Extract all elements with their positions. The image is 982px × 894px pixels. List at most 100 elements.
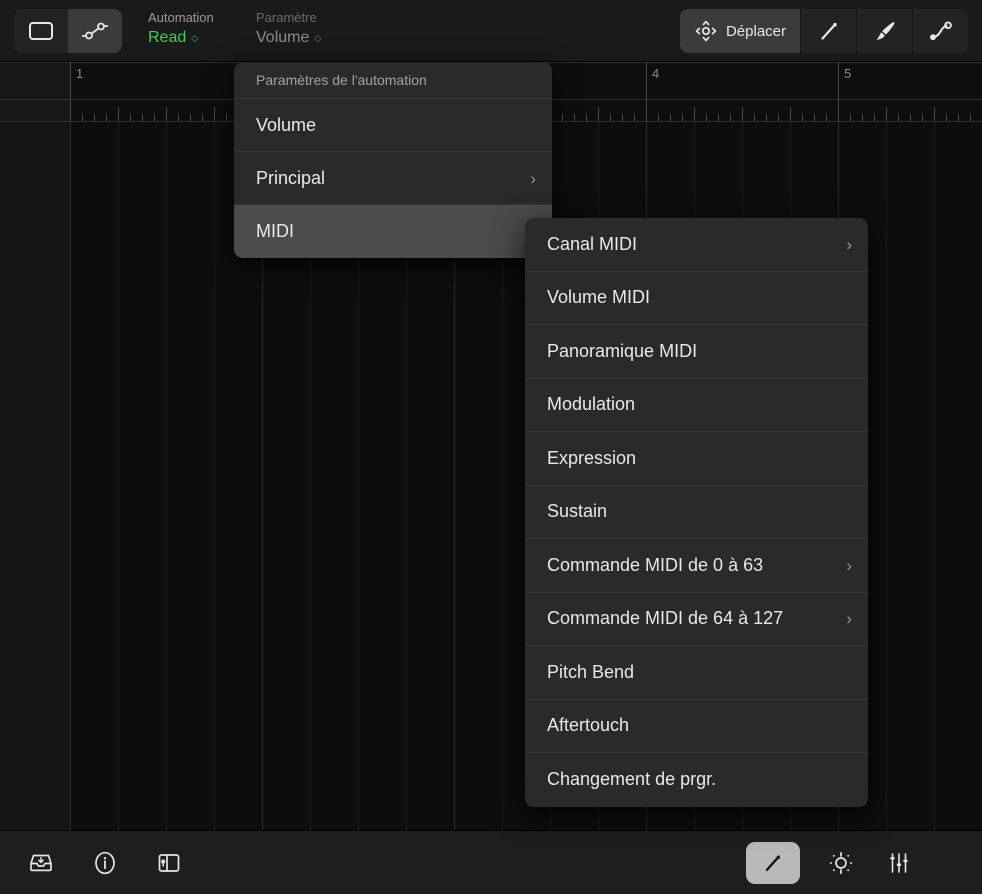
submenu-item-label: Pitch Bend: [547, 662, 634, 683]
midi-submenu[interactable]: Canal MIDI›Volume MIDIPanoramique MIDIMo…: [525, 218, 868, 807]
ruler-beat-tick: [934, 107, 935, 121]
ruler-subdivision-tick: [226, 114, 227, 121]
sliders-icon: [886, 850, 912, 876]
bezier-curve-icon: [926, 18, 956, 44]
lane-beat-line: [934, 122, 935, 830]
ruler-beat-tick: [118, 107, 119, 121]
ruler-subdivision-tick: [730, 114, 731, 121]
ruler-subdivision-tick: [898, 114, 899, 121]
submenu-item-10[interactable]: Changement de prgr.: [525, 753, 868, 807]
automation-value-text: Read: [148, 28, 186, 48]
ruler-subdivision-tick: [850, 114, 851, 121]
submenu-item-label: Panoramique MIDI: [547, 341, 697, 362]
region-tool-button[interactable]: [14, 9, 68, 53]
menu-item-1[interactable]: Principal›: [234, 152, 552, 205]
move-icon: [694, 19, 718, 43]
inspector-button[interactable]: [152, 846, 186, 880]
submenu-item-label: Sustain: [547, 501, 607, 522]
top-toolbar: Automation Read ◇ Paramètre Volume ◇: [0, 0, 982, 62]
info-button[interactable]: [88, 846, 122, 880]
automation-curve-icon: [78, 19, 112, 43]
ruler-beat-tick: [166, 107, 167, 121]
menu-item-2[interactable]: MIDI: [234, 205, 552, 258]
editor-mode-segmented-control: [14, 9, 122, 53]
brush-tool-button[interactable]: [856, 9, 912, 53]
automation-value[interactable]: Read ◇: [148, 28, 214, 48]
ruler-bar-number: 4: [652, 66, 659, 81]
lane-beat-line: [214, 122, 215, 830]
ruler-subdivision-tick: [94, 114, 95, 121]
parameter-select-control[interactable]: Paramètre Volume ◇: [256, 10, 320, 48]
menu-item-0[interactable]: Volume: [234, 99, 552, 152]
submenu-item-0[interactable]: Canal MIDI›: [525, 218, 868, 272]
ruler-subdivision-tick: [574, 114, 575, 121]
ruler-subdivision-tick: [82, 114, 83, 121]
parametre-label: Paramètre: [256, 10, 320, 26]
parametre-value-text: Volume: [256, 28, 309, 48]
ruler-beat-tick: [214, 107, 215, 121]
submenu-item-label: Changement de prgr.: [547, 769, 716, 790]
submenu-item-label: Aftertouch: [547, 715, 629, 736]
ruler-bar-line: [646, 62, 647, 122]
menu-item-label: MIDI: [256, 221, 294, 242]
submenu-item-4[interactable]: Expression: [525, 432, 868, 486]
mixer-button[interactable]: [882, 846, 916, 880]
parametre-value[interactable]: Volume ◇: [256, 28, 320, 48]
ruler-subdivision-tick: [970, 114, 971, 121]
lane-header-column: [0, 122, 70, 830]
ruler-subdivision-tick: [814, 114, 815, 121]
submenu-item-8[interactable]: Pitch Bend: [525, 646, 868, 700]
ruler-subdivision-tick: [634, 114, 635, 121]
move-tool-button[interactable]: Déplacer: [680, 9, 800, 53]
library-button[interactable]: [24, 846, 58, 880]
chevron-right-icon: ›: [846, 610, 852, 627]
automation-mode-control[interactable]: Automation Read ◇: [148, 10, 214, 48]
ruler-subdivision-tick: [946, 114, 947, 121]
ruler-subdivision-tick: [706, 114, 707, 121]
ruler-subdivision-tick: [766, 114, 767, 121]
ruler-subdivision-tick: [862, 114, 863, 121]
submenu-item-7[interactable]: Commande MIDI de 64 à 127›: [525, 593, 868, 647]
ruler-subdivision-tick: [142, 114, 143, 121]
lane-beat-line: [886, 122, 887, 830]
submenu-item-label: Modulation: [547, 394, 635, 415]
ruler-subdivision-tick: [130, 114, 131, 121]
submenu-item-2[interactable]: Panoramique MIDI: [525, 325, 868, 379]
inbox-tray-icon: [27, 850, 55, 876]
submenu-item-label: Volume MIDI: [547, 287, 650, 308]
diamond-chevron-icon: ◇: [314, 28, 320, 48]
bottom-toolbar: [0, 830, 982, 894]
chevron-right-icon: ›: [846, 557, 852, 574]
submenu-item-3[interactable]: Modulation: [525, 379, 868, 433]
automation-tool-button[interactable]: [68, 9, 122, 53]
pencil-edit-button[interactable]: [746, 842, 800, 884]
submenu-item-label: Expression: [547, 448, 636, 469]
submenu-item-6[interactable]: Commande MIDI de 0 à 63 ›: [525, 539, 868, 593]
menu-item-label: Volume: [256, 115, 316, 136]
ruler-beat-tick: [694, 107, 695, 121]
tool-palette: Déplacer: [680, 9, 968, 53]
ruler-bar-line: [70, 62, 71, 122]
ruler-subdivision-tick: [106, 114, 107, 121]
menu-primary-items: Volume Principal› MIDI: [234, 99, 552, 258]
lane-beat-line: [166, 122, 167, 830]
automation-parameters-menu[interactable]: Paramètres de l'automation VolumePrincip…: [234, 62, 552, 258]
sidebar-panel-icon: [156, 850, 182, 876]
submenu-item-9[interactable]: Aftertouch: [525, 700, 868, 754]
ruler-subdivision-tick: [910, 114, 911, 121]
ruler-subdivision-tick: [718, 114, 719, 121]
submenu-item-label: Canal MIDI: [547, 234, 637, 255]
ruler-subdivision-tick: [670, 114, 671, 121]
sun-icon: [828, 850, 854, 876]
pencil-tool-button[interactable]: [800, 9, 856, 53]
submenu-item-5[interactable]: Sustain: [525, 486, 868, 540]
brightness-button[interactable]: [824, 846, 858, 880]
automation-label: Automation: [148, 10, 214, 26]
submenu-item-1[interactable]: Volume MIDI: [525, 272, 868, 326]
midi-submenu-items: Canal MIDI›Volume MIDIPanoramique MIDIMo…: [525, 218, 868, 807]
ruler-subdivision-tick: [802, 114, 803, 121]
ruler-subdivision-tick: [586, 114, 587, 121]
submenu-item-label: Commande MIDI de 0 à 63: [547, 555, 763, 576]
ruler-subdivision-tick: [874, 114, 875, 121]
curve-tool-button[interactable]: [912, 9, 968, 53]
